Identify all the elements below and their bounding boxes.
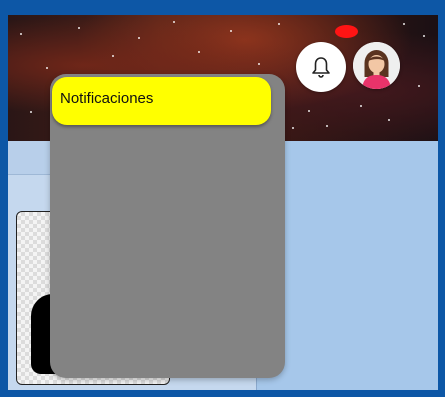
- dropdown-title: Notificaciones: [60, 90, 154, 107]
- app-viewport: Notificaciones: [8, 15, 438, 390]
- bell-icon: [312, 57, 330, 78]
- notifications-button[interactable]: [296, 42, 346, 92]
- window-frame: Notificaciones: [0, 0, 445, 397]
- notification-badge: [335, 25, 358, 38]
- dropdown-header: Notificaciones: [52, 77, 271, 125]
- user-avatar[interactable]: [353, 42, 400, 89]
- user-avatar-icon: [353, 42, 400, 89]
- notifications-dropdown[interactable]: Notificaciones: [50, 74, 285, 378]
